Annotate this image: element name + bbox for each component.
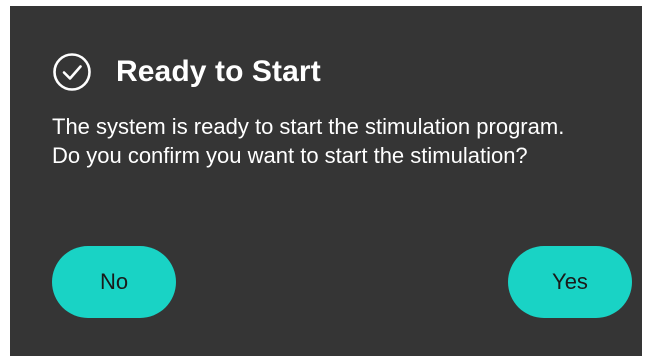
dialog-title: Ready to Start (116, 55, 321, 88)
message-line-2: Do you confirm you want to start the sti… (52, 143, 528, 168)
confirmation-dialog: Ready to Start The system is ready to st… (10, 6, 642, 356)
message-line-1: The system is ready to start the stimula… (52, 114, 565, 139)
dialog-message: The system is ready to start the stimula… (52, 112, 637, 170)
dialog-header: Ready to Start (52, 52, 321, 92)
check-circle-icon (53, 53, 91, 91)
no-button[interactable]: No (52, 246, 176, 318)
yes-button[interactable]: Yes (508, 246, 632, 318)
